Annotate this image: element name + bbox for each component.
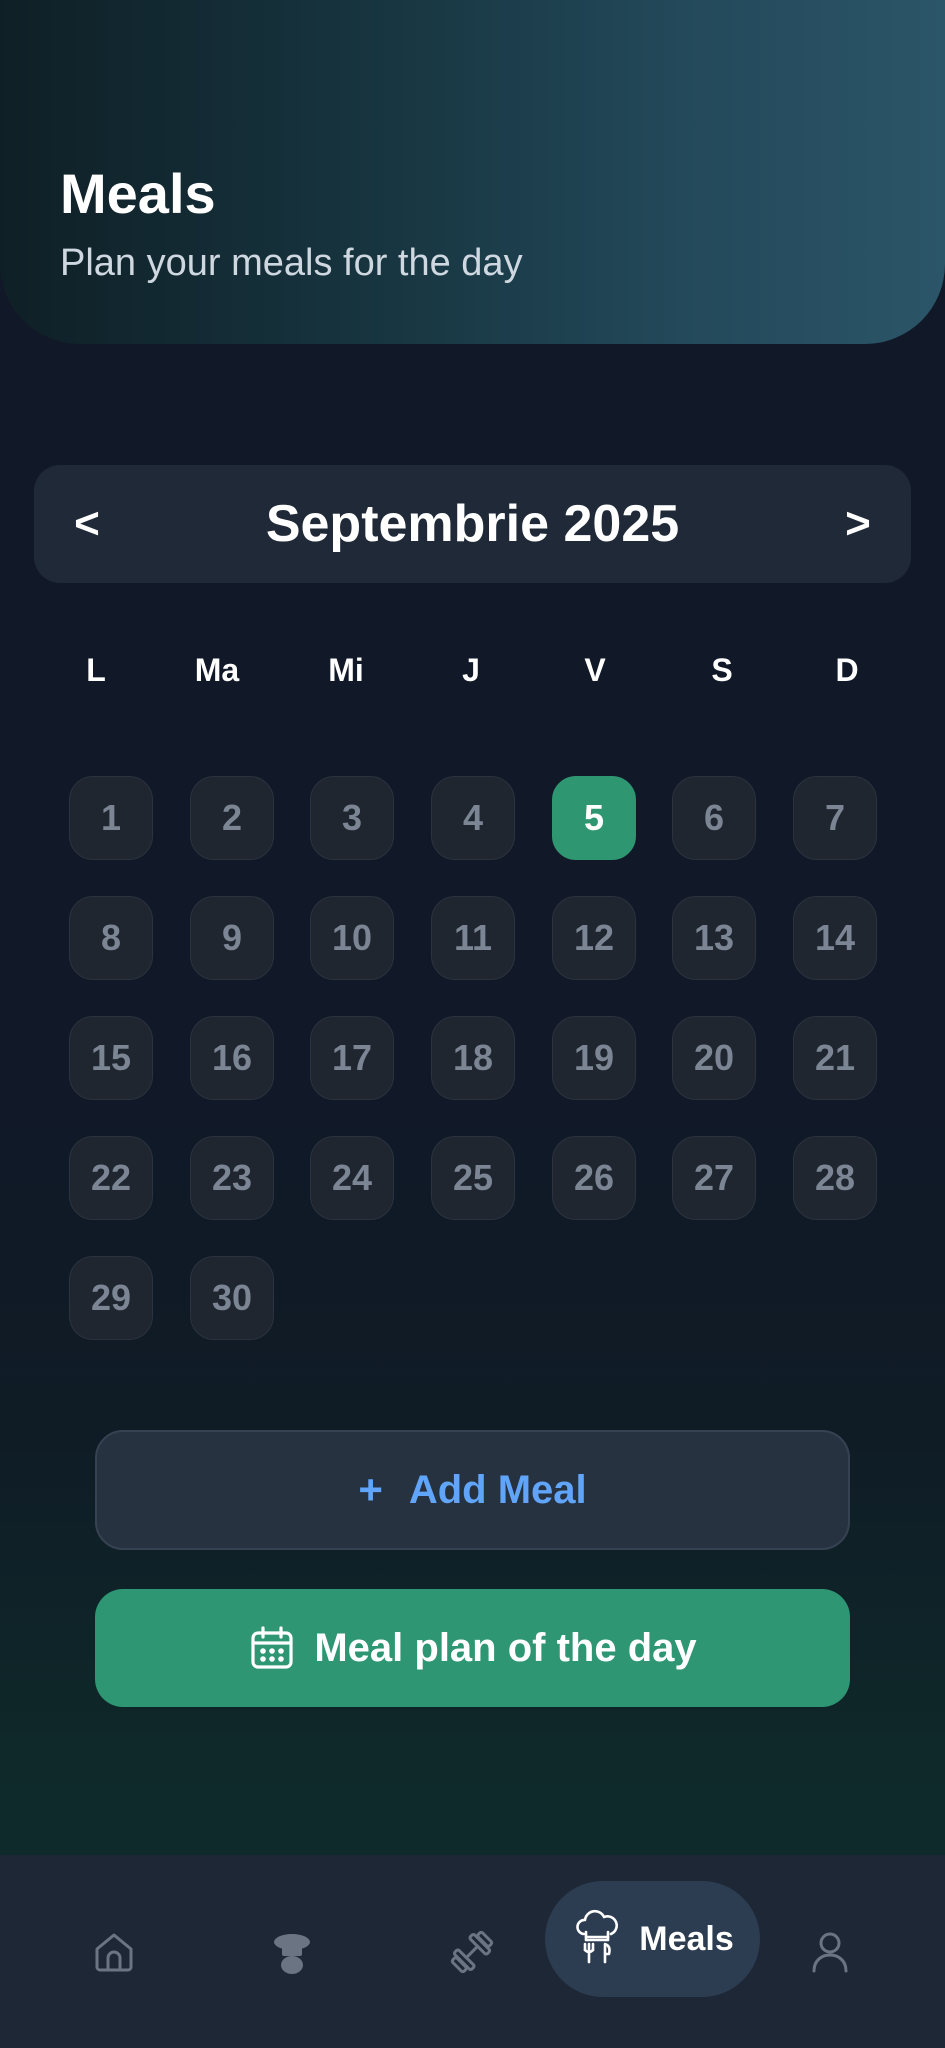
calendar-day[interactable]: 8 (69, 896, 153, 980)
user-icon (806, 1928, 854, 1976)
calendar-day[interactable]: 20 (672, 1016, 756, 1100)
calendar-day[interactable]: 19 (552, 1016, 636, 1100)
bottom-navigation (0, 1855, 945, 2048)
calendar-day[interactable]: 29 (69, 1256, 153, 1340)
page-title: Meals (60, 162, 216, 225)
calendar-day[interactable]: 30 (190, 1256, 274, 1340)
nav-item-home[interactable] (74, 1855, 154, 2048)
chef-hat-icon (268, 1928, 316, 1976)
month-navigation: < Septembrie 2025 > (34, 465, 911, 583)
calendar-day[interactable]: 15 (69, 1016, 153, 1100)
calendar-day[interactable]: 14 (793, 896, 877, 980)
calendar-day[interactable]: 7 (793, 776, 877, 860)
calendar-day[interactable]: 27 (672, 1136, 756, 1220)
meal-plan-label: Meal plan of the day (314, 1625, 697, 1670)
page-subtitle: Plan your meals for the day (60, 242, 523, 284)
calendar-day[interactable]: 24 (310, 1136, 394, 1220)
calendar-day-selected[interactable]: 5 (552, 776, 636, 860)
weekday-label: L (86, 652, 106, 688)
weekday-label: J (462, 652, 480, 688)
add-meal-label: Add Meal (408, 1467, 587, 1512)
nav-item-profile[interactable] (790, 1855, 870, 2048)
add-meal-button[interactable]: + Add Meal (95, 1430, 850, 1550)
calendar-day[interactable]: 10 (310, 896, 394, 980)
header: Meals Plan your meals for the day (0, 0, 945, 344)
calendar-day[interactable]: 21 (793, 1016, 877, 1100)
calendar-icon (248, 1624, 296, 1672)
calendar-day[interactable]: 13 (672, 896, 756, 980)
calendar-day[interactable]: 22 (69, 1136, 153, 1220)
nav-item-meals[interactable]: Meals (545, 1881, 760, 1997)
nav-item-meals-label: Meals (639, 1919, 734, 1958)
calendar-day[interactable]: 2 (190, 776, 274, 860)
calendar-day[interactable]: 23 (190, 1136, 274, 1220)
nav-item-workouts[interactable] (432, 1855, 512, 2048)
calendar-day[interactable]: 9 (190, 896, 274, 980)
calendar-day[interactable]: 16 (190, 1016, 274, 1100)
calendar-day[interactable]: 6 (672, 776, 756, 860)
weekday-label: S (711, 652, 733, 688)
weekday-label: Ma (194, 652, 240, 688)
nav-item-recipes[interactable] (252, 1855, 332, 2048)
calendar-day[interactable]: 11 (431, 896, 515, 980)
month-label: Septembrie 2025 (265, 495, 680, 553)
plus-icon: + (358, 1466, 383, 1513)
dumbbell-icon (448, 1928, 496, 1976)
calendar-day[interactable]: 1 (69, 776, 153, 860)
next-month-button[interactable]: > (813, 465, 903, 583)
chef-hat-utensils-icon (571, 1908, 623, 1971)
calendar-day[interactable]: 28 (793, 1136, 877, 1220)
calendar-day[interactable]: 17 (310, 1016, 394, 1100)
calendar-day[interactable]: 12 (552, 896, 636, 980)
calendar-day[interactable]: 4 (431, 776, 515, 860)
weekday-label: D (835, 652, 859, 688)
weekday-label: V (584, 652, 606, 688)
calendar-day[interactable]: 25 (431, 1136, 515, 1220)
calendar-day[interactable]: 18 (431, 1016, 515, 1100)
weekday-label: Mi (328, 652, 364, 688)
calendar-day[interactable]: 3 (310, 776, 394, 860)
calendar-day[interactable]: 26 (552, 1136, 636, 1220)
home-icon (90, 1928, 138, 1976)
meal-plan-of-the-day-button[interactable]: Meal plan of the day (95, 1589, 850, 1707)
